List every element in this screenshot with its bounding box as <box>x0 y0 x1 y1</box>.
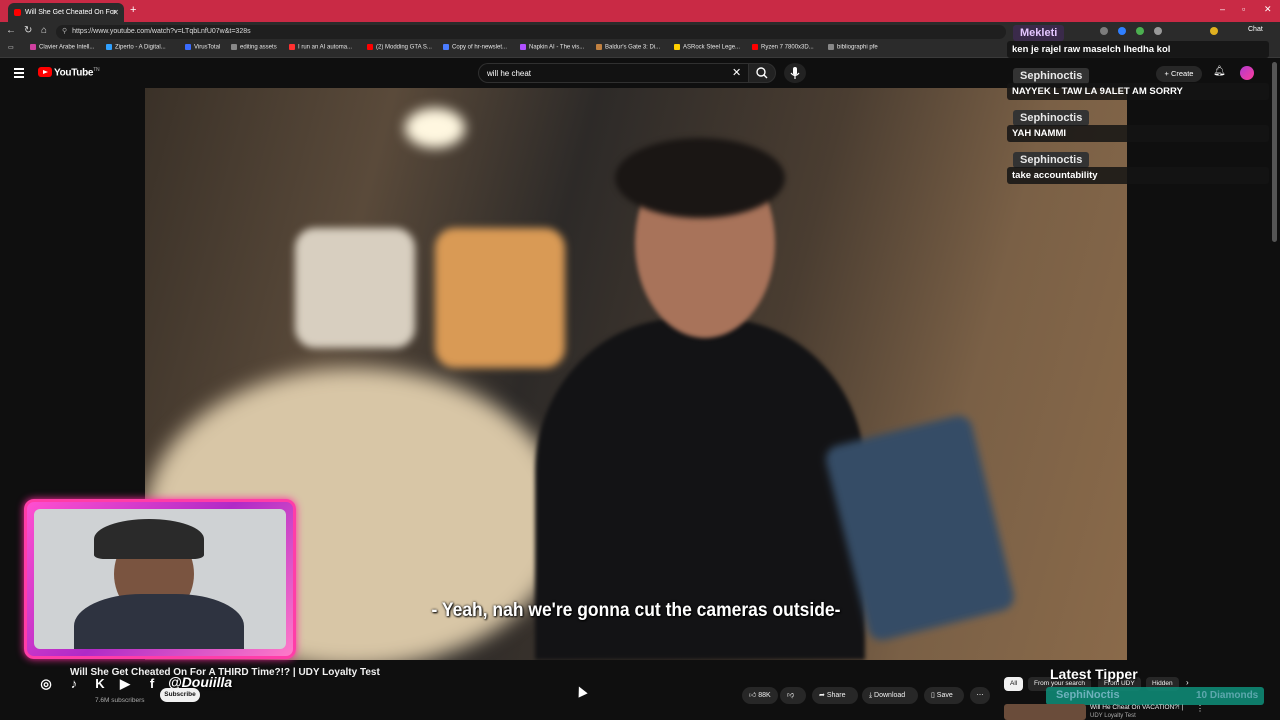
chat-username: Mekleti <box>1013 25 1065 41</box>
bookmark-item[interactable]: Napkin AI - The vis... <box>520 44 584 51</box>
chat-message: Sephinoctis <box>1007 108 1090 126</box>
minimize-icon[interactable]: – <box>1220 4 1225 14</box>
home-icon[interactable]: ⌂ <box>41 25 47 36</box>
webcam-overlay <box>24 499 296 659</box>
notifications-bell-icon[interactable]: 🔔︎ <box>1213 66 1226 77</box>
instagram-icon: ◎ <box>40 676 52 691</box>
bookmark-item[interactable]: VirusTotal <box>185 44 220 51</box>
chat-extension-label[interactable]: Chat <box>1248 26 1263 33</box>
extension-icon[interactable] <box>1100 27 1108 35</box>
search-icon <box>756 67 768 79</box>
chat-message-text-row: YAH NAMMI <box>1007 125 1269 142</box>
chat-message: Mekleti <box>1007 23 1065 41</box>
search-input[interactable] <box>478 63 748 83</box>
account-avatar[interactable] <box>1240 66 1254 80</box>
chat-message-text: YAH NAMMI <box>1007 125 1269 142</box>
close-tab-icon[interactable]: ✕ <box>112 3 119 22</box>
youtube-social-icon: ▶ <box>120 676 130 691</box>
new-tab-icon[interactable]: + <box>130 4 136 16</box>
share-button[interactable]: ➦ Share <box>812 687 858 704</box>
lamp-light <box>405 108 465 148</box>
save-button[interactable]: ▯ Save <box>924 687 964 704</box>
dislike-button[interactable]: 👎︎ <box>780 687 806 704</box>
bookmark-item[interactable]: (2) Modding GTA S... <box>367 44 432 51</box>
chat-message-text-row: take accountability <box>1007 167 1269 184</box>
subscriber-count: 7.6M subscribers <box>95 697 145 704</box>
chat-username: Sephinoctis <box>1013 152 1090 168</box>
site-info-icon[interactable]: ⚲ <box>62 25 67 39</box>
chat-username: Sephinoctis <box>1013 110 1090 126</box>
bookmarks-apps-icon[interactable]: ▭ <box>8 44 14 51</box>
like-button[interactable]: 👍︎ 88K <box>742 687 778 704</box>
menu-icon[interactable] <box>14 68 24 80</box>
download-button[interactable]: ⤓ Download <box>862 687 918 704</box>
bookmark-item[interactable]: Copy of hr-newslet... <box>443 44 507 51</box>
pillow-left <box>295 228 415 348</box>
kick-icon: K <box>95 676 105 691</box>
bookmark-item[interactable]: Ziperto - A Digital... <box>106 44 166 51</box>
extension-icon[interactable] <box>1154 27 1162 35</box>
chat-message-text: NAYYEK L TAW LA 9ALET AM SORRY <box>1007 83 1269 100</box>
latest-tipper-label: Latest Tipper <box>1050 666 1138 682</box>
page-scrollbar[interactable] <box>1272 62 1277 242</box>
pillow-orange <box>435 228 565 368</box>
webcam-feed <box>34 509 286 649</box>
microphone-icon <box>790 67 800 79</box>
more-actions-icon[interactable]: ⋯ <box>970 687 990 704</box>
bookmark-item[interactable]: editing assets <box>231 44 277 51</box>
bookmark-item[interactable]: Baldur's Gate 3: Di... <box>596 44 660 51</box>
chat-message-text-row: NAYYEK L TAW LA 9ALET AM SORRY <box>1007 83 1269 100</box>
thumbs-up-icon: 👍︎ <box>749 692 759 699</box>
video-caption: - Yeah, nah we're gonna cut the cameras … <box>431 600 841 621</box>
voice-search-button[interactable] <box>784 63 806 83</box>
extension-icon[interactable] <box>1118 27 1126 35</box>
share-icon: ➦ <box>819 692 827 699</box>
streamer-headset <box>94 519 204 559</box>
create-button[interactable]: + Create <box>1156 66 1202 82</box>
search-button[interactable] <box>748 63 776 83</box>
profile-avatar-icon[interactable] <box>1210 27 1218 35</box>
recommended-video-channel: UDY Loyalty Test <box>1090 713 1136 719</box>
maximize-icon[interactable]: ▫ <box>1242 4 1245 14</box>
close-window-icon[interactable]: ✕ <box>1264 4 1272 15</box>
thumbs-down-icon: 👎︎ <box>787 692 795 699</box>
bookmark-item[interactable]: Ryzen 7 7800x3D... <box>752 44 814 51</box>
chat-username: Sephinoctis <box>1013 68 1090 84</box>
reload-icon[interactable]: ↻ <box>24 25 32 36</box>
subscribe-button[interactable]: Subscribe <box>160 688 200 702</box>
chips-next-icon[interactable]: › <box>1186 678 1189 687</box>
chat-message: Sephinoctis <box>1007 150 1090 168</box>
chat-message-text: ken je rajel raw maselch lhedha kol <box>1007 41 1269 58</box>
chat-message-text: take accountability <box>1007 167 1269 184</box>
bookmark-item[interactable]: Clavier Arabe Intell... <box>30 44 94 51</box>
bookmark-item[interactable]: I run an AI automa... <box>289 44 352 51</box>
chat-message-text-row: ken je rajel raw maselch lhedha kol <box>1007 41 1269 58</box>
recommended-video-thumbnail[interactable] <box>1004 704 1086 720</box>
chat-message: Sephinoctis <box>1007 66 1090 84</box>
youtube-logo-text[interactable]: YouTubeTN <box>54 67 100 78</box>
recommended-more-icon[interactable]: ⋮ <box>1196 704 1204 713</box>
recommended-video-title[interactable]: Will He Cheat On VACATION?! | <box>1090 704 1183 711</box>
url-field[interactable]: ⚲ https://www.youtube.com/watch?v=LTqbLnf… <box>56 25 1006 39</box>
bookmark-item[interactable]: bibliographi pfe <box>828 44 878 51</box>
browser-tab-bar <box>0 0 1280 22</box>
youtube-favicon-icon <box>14 8 21 16</box>
streamer-jacket <box>74 594 244 649</box>
tipper-amount: 10 Diamonds <box>1196 690 1259 701</box>
extension-icon[interactable] <box>1136 27 1144 35</box>
back-icon[interactable]: ← <box>6 25 16 36</box>
tiktok-icon: ♪ <box>70 676 78 691</box>
clear-search-icon[interactable]: ✕ <box>732 66 741 79</box>
person-hair <box>615 138 785 218</box>
chip-all[interactable]: All <box>1004 677 1024 691</box>
bookmark-item[interactable]: ASRock Steel Lege... <box>674 44 740 51</box>
tab-title: Will She Get Cheated On For <box>25 9 117 16</box>
browser-tab-active[interactable]: Will She Get Cheated On For ✕ <box>8 3 124 22</box>
youtube-logo-icon[interactable] <box>38 67 52 77</box>
url-text: https://www.youtube.com/watch?v=LTqbLnfU… <box>72 28 251 35</box>
tipper-name: SephiNoctis <box>1056 689 1120 701</box>
mouse-cursor-icon <box>574 684 588 698</box>
